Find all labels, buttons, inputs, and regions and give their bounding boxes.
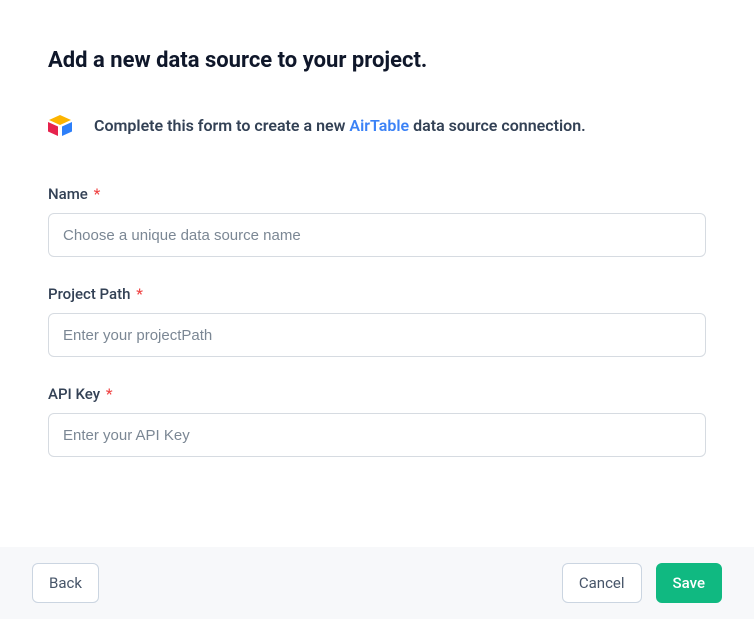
api-key-input[interactable]: [48, 413, 706, 457]
required-marker: *: [106, 385, 113, 403]
footer-right: Cancel Save: [562, 563, 722, 603]
name-label-text: Name: [48, 185, 88, 203]
intro-text: Complete this form to create a new AirTa…: [94, 116, 586, 135]
back-button[interactable]: Back: [32, 563, 99, 603]
project-path-label: Project Path *: [48, 285, 706, 303]
intro-suffix: data source connection.: [409, 116, 586, 135]
airtable-logo-icon: [48, 113, 72, 137]
save-button[interactable]: Save: [656, 563, 722, 603]
form-content: Add a new data source to your project. C…: [0, 0, 754, 457]
page-title: Add a new data source to your project.: [48, 48, 706, 73]
project-path-group: Project Path *: [48, 285, 706, 357]
api-key-group: API Key *: [48, 385, 706, 457]
required-marker: *: [136, 285, 143, 303]
name-group: Name *: [48, 185, 706, 257]
api-key-label: API Key *: [48, 385, 706, 403]
footer: Back Cancel Save: [0, 547, 754, 619]
cancel-button[interactable]: Cancel: [562, 563, 642, 603]
api-key-label-text: API Key: [48, 385, 100, 403]
intro-prefix: Complete this form to create a new: [94, 116, 349, 135]
project-path-input[interactable]: [48, 313, 706, 357]
intro-row: Complete this form to create a new AirTa…: [48, 113, 706, 137]
project-path-label-text: Project Path: [48, 285, 130, 303]
name-input[interactable]: [48, 213, 706, 257]
required-marker: *: [94, 185, 101, 203]
airtable-link[interactable]: AirTable: [349, 116, 409, 135]
name-label: Name *: [48, 185, 706, 203]
